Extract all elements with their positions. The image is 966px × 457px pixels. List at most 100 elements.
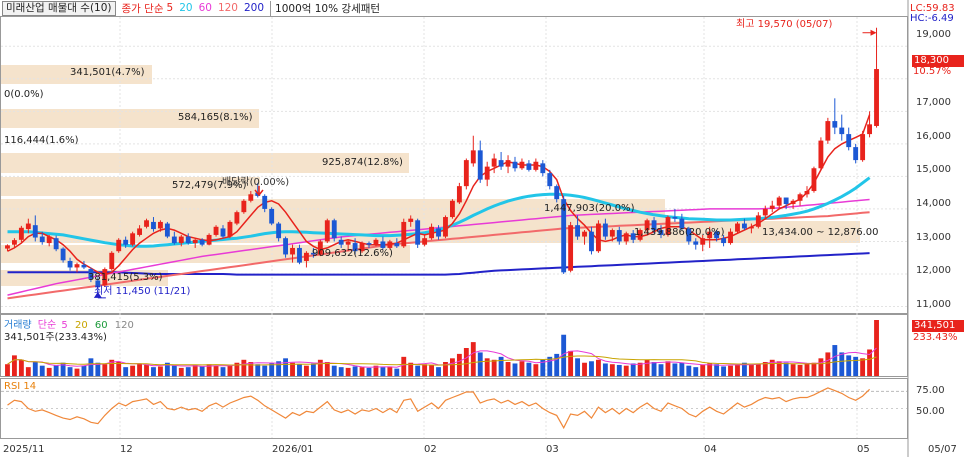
volume-bar [491, 359, 497, 376]
volume-bar [449, 358, 455, 376]
vol-ma120-period: 120 [114, 320, 134, 331]
volume-bar [88, 358, 94, 376]
candle-body [269, 208, 275, 224]
volume-bar [860, 358, 866, 376]
volume-bar [5, 364, 10, 376]
volume-bar [199, 366, 205, 376]
rsi-tick-label: 75.00 [916, 385, 945, 396]
volume-bar [297, 364, 302, 376]
candle-body [748, 226, 754, 229]
high-marker-arrow [870, 29, 877, 36]
volume-bar [686, 365, 692, 376]
volume-bar [630, 363, 636, 376]
candle-body [144, 220, 149, 227]
candle-body [491, 158, 497, 167]
volume-bar [157, 366, 163, 376]
candle-body [199, 239, 205, 245]
candle-body [32, 225, 38, 238]
candle-body [589, 231, 594, 252]
volume-bar [144, 364, 149, 376]
candle-body [735, 223, 740, 232]
volume-value: 341,501주(233.43%) [4, 332, 107, 343]
candle-body [39, 236, 45, 243]
volume-bar [310, 363, 316, 376]
volume-bar [213, 365, 219, 376]
volume-bar [380, 367, 386, 376]
candle-body [116, 239, 122, 252]
volume-bar [387, 366, 393, 376]
volume-bar [262, 365, 268, 376]
candle-body [477, 150, 483, 180]
volume-bar [39, 365, 45, 376]
candle-body [25, 223, 31, 230]
candle-body [832, 121, 838, 128]
volume-band-label: 1,447,903(20.0%) [544, 203, 635, 214]
candle-body [582, 231, 587, 237]
candle-body [262, 195, 268, 209]
candle-body [575, 225, 581, 237]
y-tick-label: 15,000 [916, 164, 951, 175]
volume-bar [470, 342, 476, 376]
x-tick-label: 2025/11 [3, 444, 45, 455]
candle-body [67, 260, 73, 268]
ma5-line [7, 114, 871, 276]
volume-band-label: 909,632(12.6%) [312, 248, 393, 259]
volume-bar [700, 364, 706, 376]
candle-body [512, 161, 518, 169]
candle-body [463, 160, 469, 187]
candle-body [192, 239, 198, 244]
candle-body [137, 228, 143, 235]
candle-body [797, 194, 803, 201]
candle-body [776, 197, 782, 206]
volume-bar [512, 363, 518, 376]
volume-bar [623, 365, 629, 376]
dividend-label: 배당락(0.00%) [222, 177, 290, 188]
y-tick-label: 14,000 [916, 198, 951, 209]
volume-bar [693, 367, 699, 376]
volume-bar [783, 362, 789, 376]
volume-bar [477, 352, 483, 376]
volume-bar [130, 365, 136, 376]
candle-body [853, 147, 859, 161]
volume-bar [241, 359, 247, 376]
candle-body [151, 221, 156, 230]
volume-bar [735, 364, 740, 376]
y-tick-label: 12,000 [916, 265, 951, 276]
volume-bar [352, 366, 358, 376]
volume-bar [463, 348, 469, 376]
candle-body [616, 230, 622, 242]
volume-bar [227, 364, 233, 376]
volume-bar [526, 362, 532, 376]
candle-body [728, 231, 733, 244]
volume-bar [74, 368, 80, 376]
candle-body [81, 264, 87, 268]
candle-body [408, 218, 414, 222]
rsi-title: RSI 14 [4, 381, 37, 392]
volume-band-label: 1,439,886(20.0%) [634, 227, 725, 238]
volume-bar [401, 356, 407, 376]
volume-band-label: 584,165(8.1%) [178, 112, 253, 123]
candle-body [164, 223, 170, 237]
low-price-label: 최저 11,450 (11/21) [94, 286, 191, 297]
volume-ma20-line [7, 355, 877, 366]
candle-body [595, 223, 601, 252]
candle-body [456, 186, 462, 203]
volume-bar [818, 358, 824, 376]
candle-body [519, 161, 525, 169]
candle-body [623, 233, 629, 242]
candle-body [213, 226, 219, 235]
candle-body [276, 223, 282, 239]
candle-body [443, 217, 448, 237]
y-tick-label: 13,000 [916, 232, 951, 243]
candle-body [227, 221, 233, 237]
volume-bar [53, 364, 59, 376]
candle-body [818, 140, 824, 169]
volume-bar [345, 367, 351, 376]
volume-band-label: 116,444(1.6%) [4, 135, 79, 146]
volume-bar [116, 362, 122, 376]
volume-bar [192, 364, 198, 376]
candle-body [554, 186, 560, 200]
volume-bar [415, 365, 421, 376]
hc-indicator: HC:-6.49 [910, 13, 954, 24]
candle-body [790, 200, 796, 205]
